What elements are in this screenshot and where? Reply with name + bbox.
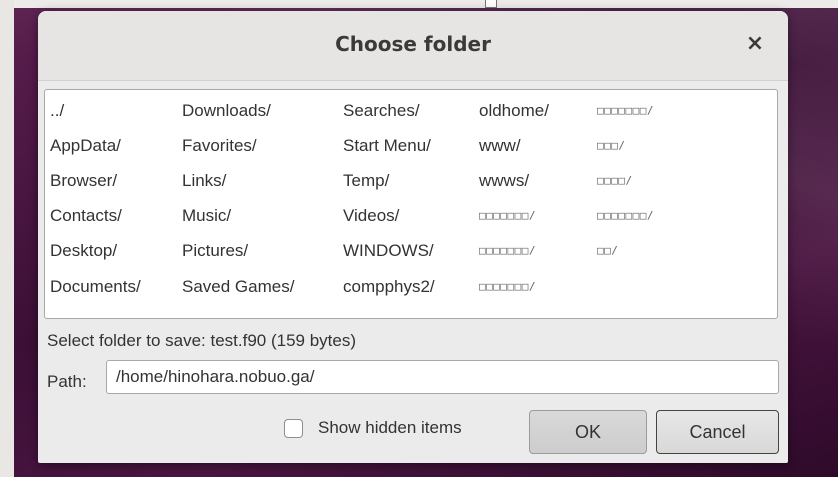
folder-item[interactable]: www/ xyxy=(479,136,521,156)
folder-item[interactable]: □□/ xyxy=(597,241,618,261)
folder-item[interactable]: ../ xyxy=(50,101,64,121)
folder-item[interactable]: Temp/ xyxy=(343,171,389,191)
ok-button[interactable]: OK xyxy=(529,410,647,454)
background-window-edge xyxy=(0,0,838,8)
background-window-handle xyxy=(485,0,497,8)
folder-item[interactable]: Favorites/ xyxy=(182,136,257,156)
folder-item[interactable]: Documents/ xyxy=(50,277,141,297)
path-label: Path: xyxy=(47,372,87,391)
folder-item[interactable]: Saved Games/ xyxy=(182,277,294,297)
background-window-left xyxy=(0,0,14,477)
folder-item[interactable]: □□□□□□□/ xyxy=(597,101,654,121)
folder-item[interactable]: AppData/ xyxy=(50,136,121,156)
folder-item[interactable]: wwws/ xyxy=(479,171,529,191)
save-target-info: Select folder to save: test.f90 (159 byt… xyxy=(47,331,356,350)
folder-item[interactable]: Pictures/ xyxy=(182,241,248,261)
folder-item[interactable]: □□□□/ xyxy=(597,171,633,191)
path-input[interactable] xyxy=(106,360,779,394)
folder-item[interactable]: Links/ xyxy=(182,171,226,191)
folder-item[interactable]: □□□□□□□/ xyxy=(479,241,536,261)
folder-item[interactable]: Start Menu/ xyxy=(343,136,431,156)
folder-item[interactable]: □□□□□□□/ xyxy=(479,277,536,297)
folder-item[interactable]: compphys2/ xyxy=(343,277,435,297)
folder-list: ../ AppData/ Browser/ Contacts/ Desktop/… xyxy=(44,89,778,319)
folder-item[interactable]: oldhome/ xyxy=(479,101,549,121)
dialog-titlebar: Choose folder × xyxy=(38,11,788,81)
show-hidden-label: Show hidden items xyxy=(318,418,462,437)
folder-item[interactable]: Desktop/ xyxy=(50,241,117,261)
close-icon[interactable]: × xyxy=(742,31,768,57)
folder-item[interactable]: Downloads/ xyxy=(182,101,271,121)
folder-item[interactable]: Videos/ xyxy=(343,206,399,226)
cancel-button[interactable]: Cancel xyxy=(656,410,779,454)
folder-item[interactable]: WINDOWS/ xyxy=(343,241,434,261)
show-hidden-checkbox[interactable] xyxy=(284,419,303,438)
dialog-title: Choose folder xyxy=(335,32,491,56)
choose-folder-dialog: Choose folder × ../ AppData/ Browser/ Co… xyxy=(38,11,788,463)
folder-item[interactable]: □□□□□□□/ xyxy=(479,206,536,226)
folder-item[interactable]: □□□□□□□/ xyxy=(597,206,654,226)
folder-item[interactable]: □□□/ xyxy=(597,136,626,156)
folder-item[interactable]: Music/ xyxy=(182,206,231,226)
folder-item[interactable]: Browser/ xyxy=(50,171,117,191)
folder-item[interactable]: Searches/ xyxy=(343,101,420,121)
folder-item[interactable]: Contacts/ xyxy=(50,206,122,226)
